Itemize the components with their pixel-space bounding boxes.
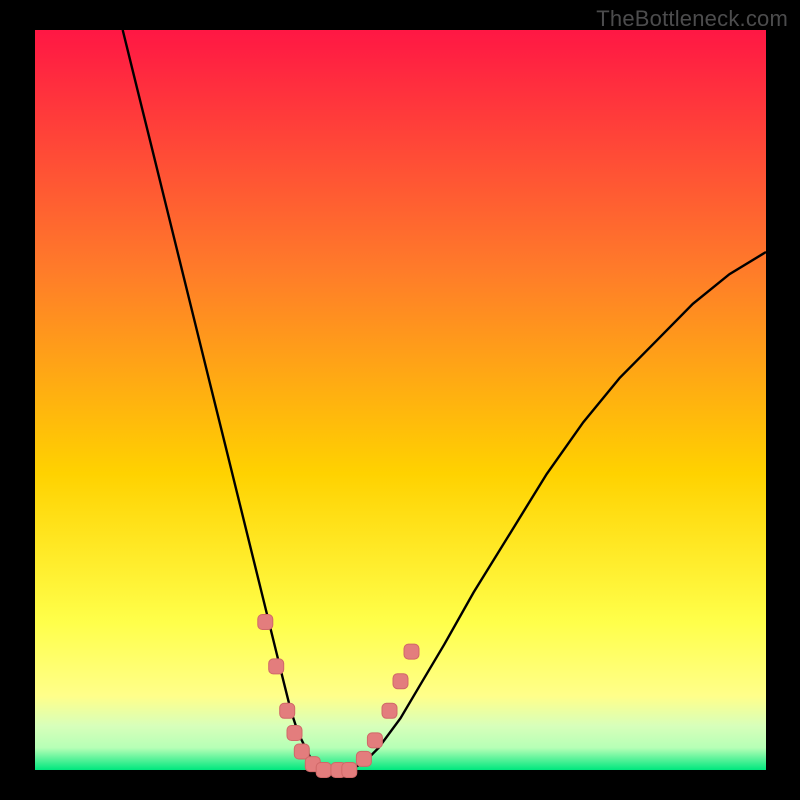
marker-point	[393, 674, 408, 689]
marker-point	[258, 615, 273, 630]
marker-point	[316, 763, 331, 778]
marker-point	[287, 726, 302, 741]
chart-container: TheBottleneck.com	[0, 0, 800, 800]
marker-point	[404, 644, 419, 659]
marker-point	[280, 703, 295, 718]
marker-point	[367, 733, 382, 748]
marker-point	[294, 744, 309, 759]
marker-point	[356, 751, 371, 766]
marker-point	[269, 659, 284, 674]
bottleneck-chart	[0, 0, 800, 800]
marker-point	[382, 703, 397, 718]
plot-background	[35, 30, 766, 770]
marker-point	[342, 763, 357, 778]
